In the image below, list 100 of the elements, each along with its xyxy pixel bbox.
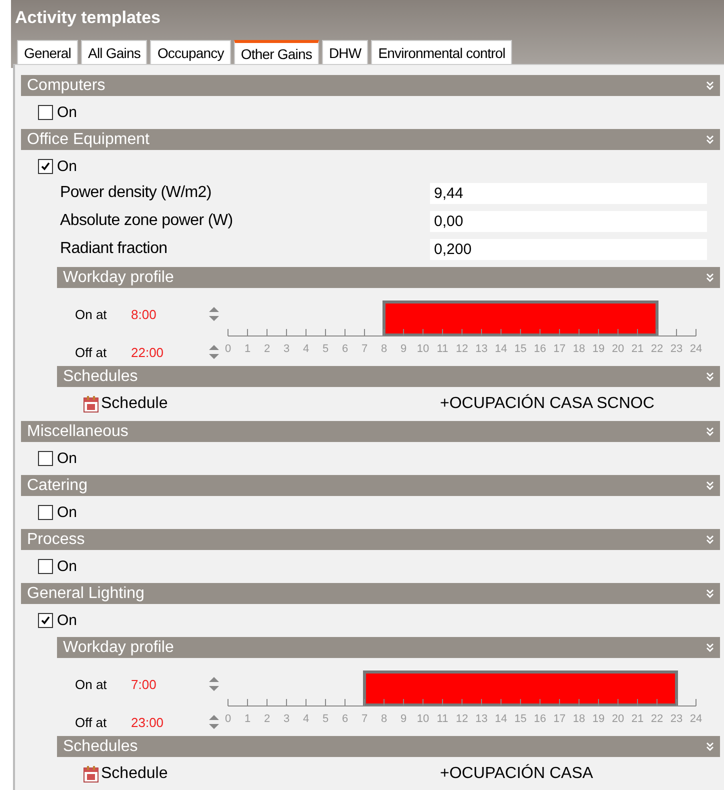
- section-header[interactable]: General Lighting: [21, 583, 720, 604]
- section-title: General Lighting: [27, 584, 144, 602]
- checkbox-label: On: [57, 104, 78, 121]
- hour-label: 1: [244, 343, 251, 355]
- hour-label: 24: [690, 343, 702, 355]
- hour-label: 7: [361, 713, 368, 725]
- checkbox[interactable]: [38, 505, 53, 520]
- hour-label: 0: [224, 713, 232, 725]
- field-label: Radiant fraction: [60, 240, 168, 258]
- hour-label: 19: [592, 343, 605, 355]
- collapse-icon[interactable]: [706, 742, 714, 751]
- hour-label: 12: [456, 343, 468, 355]
- hour-label: 10: [416, 343, 430, 355]
- hour-label: 8: [380, 343, 388, 355]
- section-header[interactable]: Workday profile: [57, 637, 720, 658]
- spinner-icon[interactable]: [208, 344, 220, 360]
- time-value[interactable]: 22:00: [127, 344, 208, 360]
- collapse-icon[interactable]: [706, 481, 714, 490]
- schedule-value[interactable]: +OCUPACIÓN CASA SCNOC: [440, 395, 654, 413]
- calendar-icon: [83, 395, 99, 413]
- tab[interactable]: Environmental control: [371, 40, 512, 64]
- section-title: Workday profile: [63, 268, 174, 286]
- hour-label: 22: [650, 713, 664, 725]
- hour-label: 21: [631, 343, 644, 355]
- hour-label: 20: [612, 343, 624, 355]
- collapse-icon[interactable]: [706, 273, 714, 282]
- hour-label: 17: [553, 713, 566, 725]
- time-value[interactable]: 23:00: [127, 714, 208, 730]
- input-field[interactable]: 0,200: [430, 238, 707, 260]
- hour-label: 14: [494, 713, 508, 725]
- input-field[interactable]: 0,00: [430, 210, 707, 232]
- hour-label: 20: [612, 713, 624, 725]
- hour-label: 1: [244, 713, 251, 725]
- field-label: Absolute zone power (W): [60, 212, 234, 230]
- hour-label: 3: [283, 343, 290, 355]
- hour-label: 5: [322, 713, 329, 725]
- checkbox-label: On: [57, 558, 78, 575]
- hour-label: 13: [475, 713, 488, 725]
- calendar-icon: [83, 765, 99, 783]
- time-label: Off at: [74, 714, 108, 730]
- schedule-value[interactable]: +OCUPACIÓN CASA: [440, 765, 594, 783]
- hour-label: 14: [494, 343, 508, 355]
- spinner-icon[interactable]: [208, 714, 220, 730]
- tab[interactable]: General: [17, 40, 78, 64]
- section-header[interactable]: Schedules: [57, 366, 720, 387]
- hour-label: 22: [650, 343, 664, 355]
- section-title: Miscellaneous: [27, 422, 128, 440]
- collapse-icon[interactable]: [706, 427, 714, 436]
- hour-label: 18: [572, 343, 586, 355]
- hour-label: 12: [456, 713, 468, 725]
- section-header[interactable]: Office Equipment: [21, 129, 720, 150]
- hour-label: 4: [302, 343, 310, 355]
- section-header[interactable]: Schedules: [57, 736, 720, 757]
- collapse-icon[interactable]: [706, 135, 714, 144]
- hour-label: 3: [283, 713, 290, 725]
- section-title: Process: [27, 530, 85, 548]
- spinner-icon[interactable]: [208, 306, 220, 322]
- tab[interactable]: DHW: [322, 40, 368, 64]
- collapse-icon[interactable]: [706, 535, 714, 544]
- hour-label: 0: [224, 343, 232, 355]
- collapse-icon[interactable]: [706, 589, 714, 598]
- input-field[interactable]: 9,44: [430, 182, 707, 204]
- hour-label: 9: [400, 713, 407, 725]
- collapse-icon[interactable]: [706, 372, 714, 381]
- hour-label: 9: [400, 343, 407, 355]
- spinner-icon[interactable]: [208, 676, 220, 692]
- section-title: Schedules: [63, 738, 138, 756]
- checkbox[interactable]: [38, 613, 53, 628]
- hour-label: 24: [690, 713, 702, 725]
- hour-label: 5: [322, 343, 329, 355]
- section-header[interactable]: Workday profile: [57, 267, 720, 288]
- section-header[interactable]: Computers: [21, 75, 720, 96]
- section-title: Office Equipment: [27, 130, 150, 148]
- checkbox[interactable]: [38, 559, 53, 574]
- time-value[interactable]: 8:00: [127, 306, 208, 322]
- schedule-label: Schedule: [101, 765, 169, 783]
- hour-label: 4: [302, 713, 310, 725]
- hour-label: 17: [553, 343, 566, 355]
- section-header[interactable]: Process: [21, 529, 720, 550]
- tab[interactable]: Other Gains: [234, 40, 319, 64]
- section-title: Workday profile: [63, 638, 174, 656]
- hour-label: 2: [264, 713, 270, 725]
- checkbox[interactable]: [38, 105, 53, 120]
- checkbox[interactable]: [38, 159, 53, 174]
- tab[interactable]: Occupancy: [150, 40, 231, 64]
- checkbox[interactable]: [38, 451, 53, 466]
- schedule-label: Schedule: [101, 395, 169, 413]
- section-header[interactable]: Catering: [21, 475, 720, 496]
- time-label: On at: [74, 676, 108, 692]
- collapse-icon[interactable]: [706, 643, 714, 652]
- field-label: Power density (W/m2): [60, 184, 212, 202]
- section-header[interactable]: Miscellaneous: [21, 421, 720, 442]
- hour-label: 19: [592, 713, 605, 725]
- time-label: On at: [74, 306, 108, 322]
- hour-label: 16: [534, 713, 546, 725]
- tab[interactable]: All Gains: [81, 40, 148, 64]
- hour-label: 2: [264, 343, 270, 355]
- time-value[interactable]: 7:00: [127, 676, 208, 692]
- collapse-icon[interactable]: [706, 81, 714, 90]
- hour-label: 16: [534, 343, 546, 355]
